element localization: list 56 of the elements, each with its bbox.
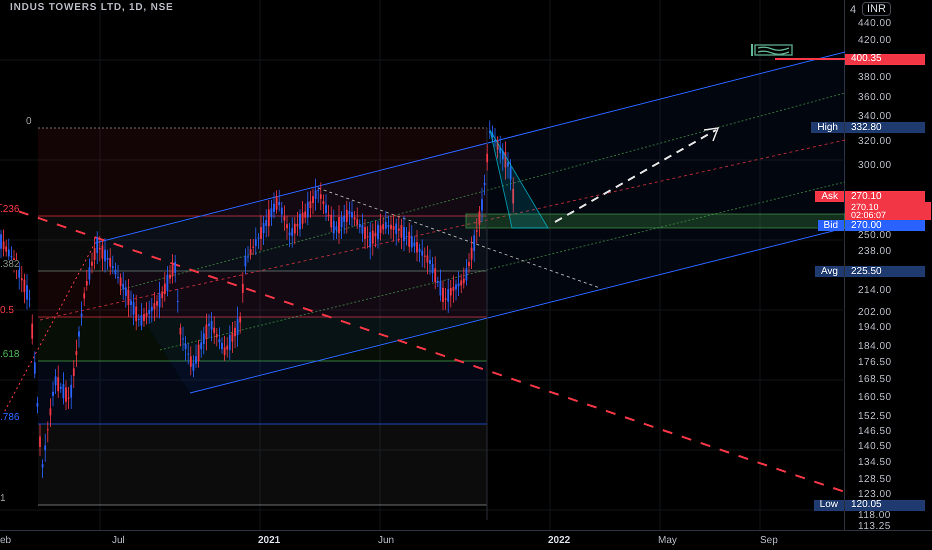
price-label-tag: High bbox=[811, 122, 844, 133]
axis-label: 184.00 bbox=[858, 342, 892, 352]
axis-label: 250.00 bbox=[858, 231, 892, 242]
axis-label: 238.00 bbox=[858, 246, 892, 257]
axis-label: 160.50 bbox=[858, 392, 892, 403]
time-axis-label: Sep bbox=[760, 535, 778, 547]
fib-level-label: .618 bbox=[0, 350, 20, 360]
fib-level-label: .236 bbox=[0, 205, 20, 215]
axis-label: 140.50 bbox=[858, 442, 892, 452]
price-label-tag: Low bbox=[814, 500, 844, 511]
alert-line bbox=[775, 58, 845, 60]
axis-label: 118.00 bbox=[858, 510, 891, 521]
fib-level-label: 0.5 bbox=[0, 306, 14, 316]
axis-label: 146.50 bbox=[858, 426, 892, 437]
time-axis-label: eb bbox=[0, 535, 12, 547]
time-axis-label: Jul bbox=[112, 535, 125, 547]
axis-label: 4 bbox=[850, 4, 856, 16]
axis-label: 300.00 bbox=[858, 160, 892, 171]
price-value-label: 225.50 bbox=[845, 266, 925, 278]
bar-countdown: 02:06:07 bbox=[851, 211, 888, 220]
axis-label: 194.00 bbox=[858, 322, 892, 333]
axis-label: 123.00 bbox=[858, 490, 892, 500]
currency-button[interactable]: INR bbox=[862, 2, 891, 16]
axis-label: 152.50 bbox=[858, 412, 892, 422]
fib-level-label: 0 bbox=[26, 117, 32, 127]
axis-label: 340.00 bbox=[858, 112, 892, 122]
axis-label: 168.50 bbox=[858, 374, 892, 385]
time-axis-label: 2021 bbox=[258, 535, 280, 547]
axis-label: 320.00 bbox=[858, 137, 892, 148]
time-axis-label: Jun bbox=[378, 535, 394, 547]
axis-label: 360.00 bbox=[858, 93, 892, 104]
time-axis-label: 2022 bbox=[548, 535, 570, 547]
price-label-tag: Bid bbox=[818, 220, 844, 232]
last-price: 270.10 bbox=[851, 203, 879, 212]
axis-label: 134.50 bbox=[858, 458, 892, 468]
axis-label: 128.50 bbox=[858, 475, 892, 486]
price-value-label: 120.05 bbox=[845, 500, 925, 511]
fib-level-label: .382 bbox=[0, 260, 20, 270]
fib-level-label: 1 bbox=[0, 494, 6, 504]
axis-label: 380.00 bbox=[858, 73, 892, 84]
axis-label: 176.50 bbox=[858, 358, 892, 368]
axis-label: 202.00 bbox=[858, 308, 892, 318]
price-alert-label: 400.35 bbox=[845, 54, 925, 64]
chart-title: INDUS TOWERS LTD, 1D, NSE bbox=[10, 2, 174, 14]
price-label-tag: Ask bbox=[815, 191, 844, 202]
axis-label: 113.25 bbox=[858, 522, 891, 532]
flag-icon bbox=[751, 44, 793, 56]
axis-label: 440.00 bbox=[858, 19, 892, 29]
axis-label: 420.00 bbox=[858, 36, 892, 46]
time-axis-label: May bbox=[658, 535, 677, 547]
fib-level-label: .786 bbox=[0, 413, 20, 423]
price-value-label: 270.00 bbox=[845, 220, 925, 232]
price-value-label: 332.80 bbox=[845, 122, 925, 133]
axis-label: 214.00 bbox=[858, 286, 892, 296]
price-value-label: 270.10 bbox=[845, 191, 925, 202]
price-label-tag: Avg bbox=[814, 266, 844, 278]
